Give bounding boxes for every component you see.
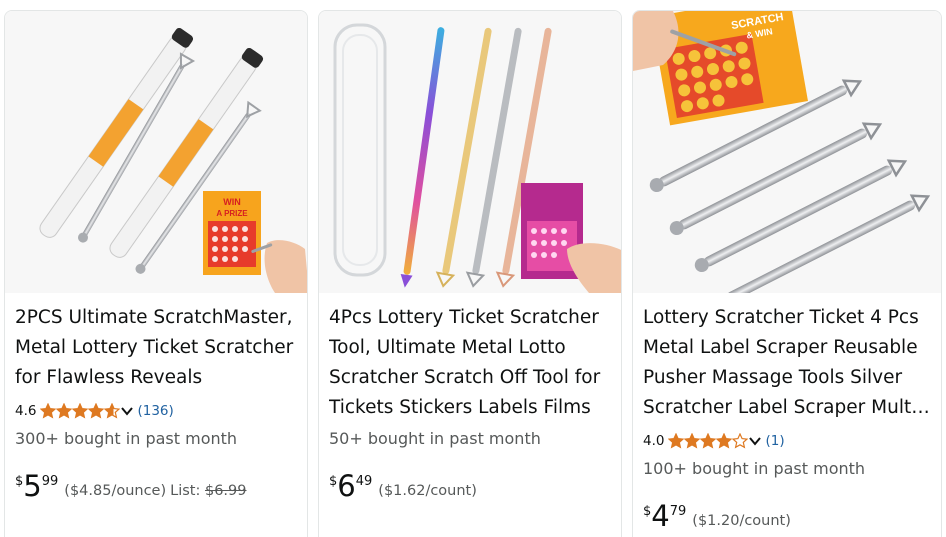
product-title[interactable]: 4Pcs Lottery Ticket Scratcher Tool, Ulti…: [329, 303, 613, 423]
bought-text: 50+ bought in past month: [329, 429, 541, 448]
chevron-down-icon[interactable]: [121, 406, 134, 416]
product-image[interactable]: WIN A PRIZE: [5, 11, 307, 293]
price-whole: 5: [23, 469, 42, 503]
rating-row: 4.0 (1): [643, 431, 785, 451]
price[interactable]: $ 6 49 ($1.62/count): [329, 471, 477, 501]
list-label: List:: [170, 483, 201, 499]
price-whole: 6: [337, 469, 356, 503]
star-icon: [56, 403, 73, 419]
star-icon: [104, 403, 121, 419]
product-card[interactable]: SCRATCH & WIN Lottery Scratcher Ticket 4…: [632, 10, 942, 537]
price-symbol: $: [329, 474, 338, 489]
star-icon: [40, 403, 57, 419]
price-symbol: $: [643, 504, 652, 519]
star-icon: [716, 433, 733, 449]
star-icon: [668, 433, 685, 449]
price[interactable]: $ 5 99 ($4.85/ounce) List: $6.99: [15, 471, 247, 501]
price-fraction: 79: [669, 504, 687, 519]
product-title[interactable]: 2PCS Ultimate ScratchMaster, Metal Lotte…: [15, 303, 299, 393]
list-price-value: $6.99: [204, 483, 247, 499]
star-icon: [88, 403, 105, 419]
price-fraction: 49: [355, 474, 373, 489]
star-rating-icon[interactable]: [40, 403, 121, 419]
rating-row: 4.6 (136): [15, 401, 174, 421]
price[interactable]: $ 4 79 ($1.20/count): [643, 501, 791, 531]
star-icon: [700, 433, 717, 449]
unit-price: ($4.85/ounce): [64, 483, 167, 499]
star-icon: [732, 433, 749, 449]
image-label: WIN: [223, 197, 241, 207]
product-card[interactable]: WIN A PRIZE 2PCS Ultimate ScratchMaster,…: [4, 10, 308, 537]
unit-price: ($1.20/count): [692, 513, 791, 529]
product-card[interactable]: 4Pcs Lottery Ticket Scratcher Tool, Ulti…: [318, 10, 622, 537]
unit-price: ($1.62/count): [378, 483, 477, 499]
bought-text: 100+ bought in past month: [643, 459, 866, 478]
price-fraction: 99: [41, 474, 59, 489]
chevron-down-icon[interactable]: [749, 436, 762, 446]
rating-value: 4.6: [15, 403, 37, 419]
product-image[interactable]: SCRATCH & WIN: [633, 11, 941, 293]
star-rating-icon[interactable]: [668, 433, 749, 449]
star-icon: [72, 403, 89, 419]
star-icon: [684, 433, 701, 449]
price-whole: 4: [651, 499, 670, 533]
review-count-link[interactable]: (1): [765, 433, 784, 449]
price-symbol: $: [15, 474, 24, 489]
product-image[interactable]: [319, 11, 621, 293]
review-count-link[interactable]: (136): [137, 403, 173, 419]
bought-text: 300+ bought in past month: [15, 429, 238, 448]
list-price: List: $6.99: [170, 483, 246, 499]
product-title[interactable]: Lottery Scratcher Ticket 4 Pcs Metal Lab…: [643, 303, 933, 423]
rating-value: 4.0: [643, 433, 665, 449]
image-label: A PRIZE: [216, 209, 248, 218]
